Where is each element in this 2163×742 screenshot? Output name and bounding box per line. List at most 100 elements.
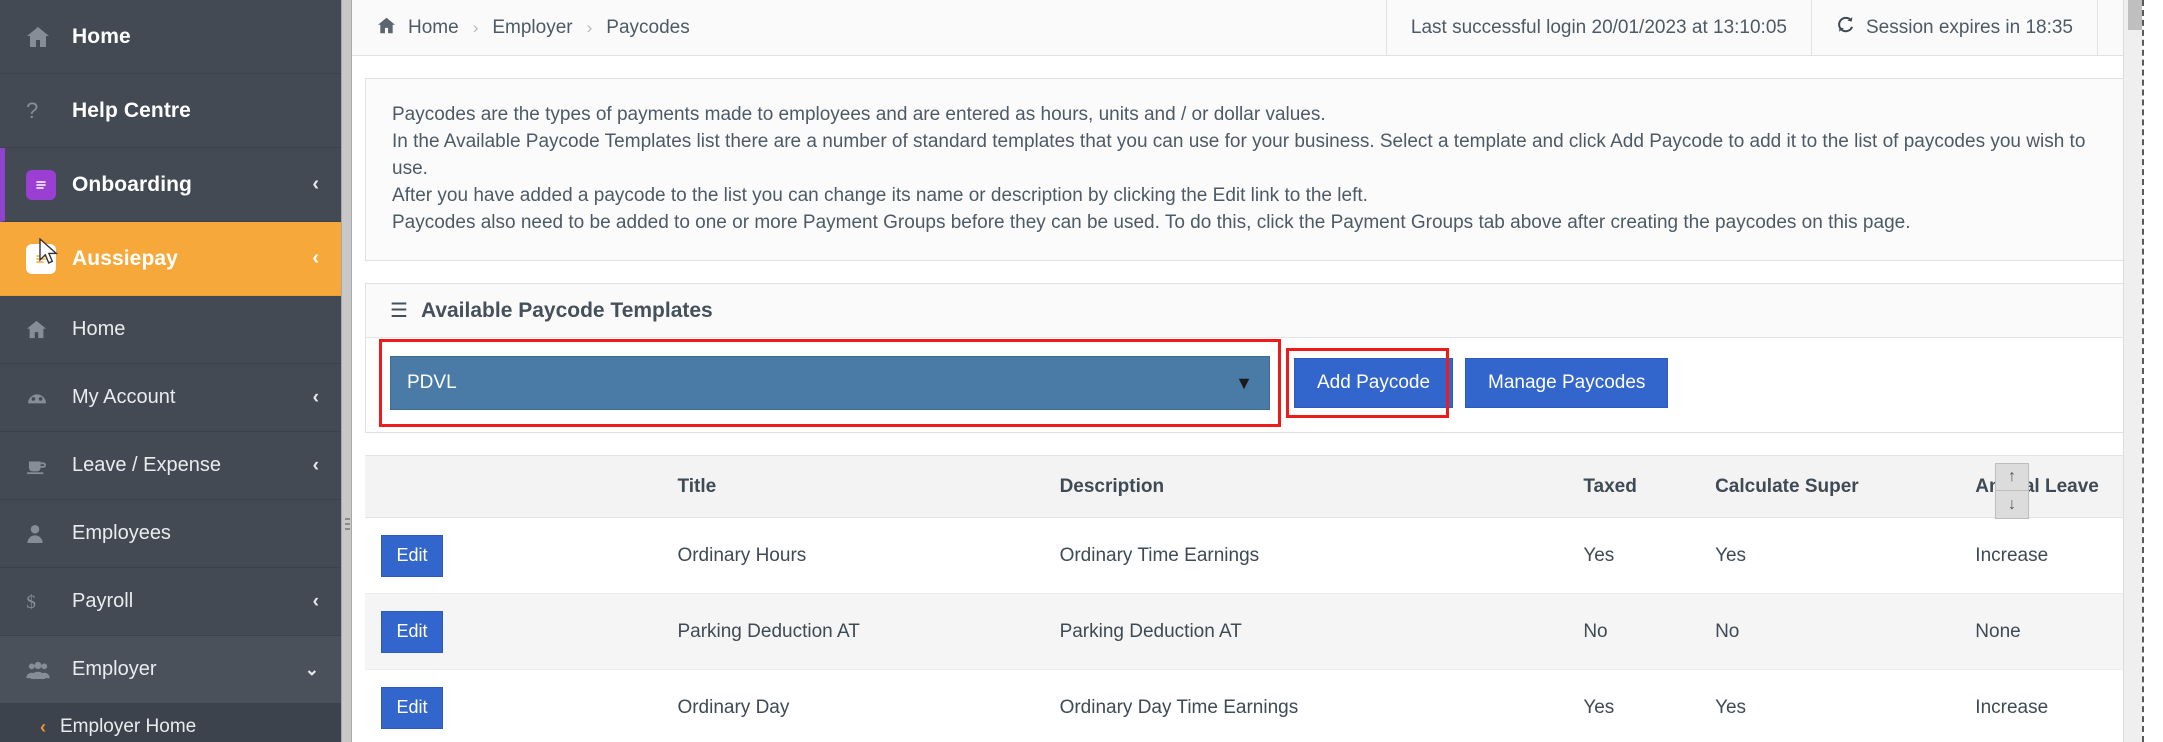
info-line: Paycodes also need to be added to one or… bbox=[392, 212, 1911, 233]
cell-calculate-super: No bbox=[1699, 593, 1960, 670]
main-content: Home › Employer › Paycodes Last successf… bbox=[341, 0, 2163, 742]
edit-button[interactable]: Edit bbox=[381, 686, 443, 729]
cell-description: Ordinary Day Time Earnings bbox=[1043, 669, 1568, 742]
edit-button[interactable]: Edit bbox=[381, 534, 443, 577]
sidebar-item-label: Employer bbox=[72, 658, 157, 680]
app-root: Home ? Help Centre Onboarding ‹ Aussiepa… bbox=[0, 0, 2163, 742]
manage-paycodes-button[interactable]: Manage Paycodes bbox=[1465, 358, 1669, 408]
chevron-left-icon[interactable]: ‹ bbox=[312, 247, 319, 270]
home-icon bbox=[26, 26, 72, 48]
cell-taxed: Yes bbox=[1567, 517, 1700, 594]
cell-title: Ordinary Hours bbox=[661, 517, 1044, 594]
edit-button[interactable]: Edit bbox=[381, 610, 443, 653]
caret-left-icon: ‹ bbox=[40, 716, 46, 737]
scroll-up-button[interactable]: ↑ bbox=[1995, 463, 2029, 491]
paycode-template-select-value: PDVL bbox=[407, 372, 457, 393]
table-row: Edit Ordinary Day Ordinary Day Time Earn… bbox=[365, 669, 2163, 742]
sidebar-item-onboarding[interactable]: Onboarding ‹ bbox=[0, 148, 341, 222]
info-line: Paycodes are the types of payments made … bbox=[392, 104, 1326, 125]
card-header: ☰ Available Paycode Templates bbox=[366, 284, 2138, 338]
chevron-left-icon[interactable]: ‹ bbox=[313, 591, 319, 613]
sidebar-item-payroll[interactable]: $ Payroll ‹ bbox=[0, 568, 341, 636]
breadcrumb-separator: › bbox=[472, 17, 479, 37]
sidebar-item-aussiepay[interactable]: Aussiepay ‹ bbox=[0, 222, 341, 296]
sidebar-item-employer-home[interactable]: ‹ Employer Home bbox=[0, 704, 341, 742]
cell-calculate-super: Yes bbox=[1699, 517, 1960, 594]
column-header-taxed[interactable]: Taxed bbox=[1567, 455, 1700, 518]
paycodes-table: Title Description Taxed Calculate Super … bbox=[365, 455, 2163, 742]
sidebar-item-label: Home bbox=[72, 318, 126, 340]
column-header-description[interactable]: Description bbox=[1043, 455, 1568, 518]
chevron-down-icon[interactable]: ▼ bbox=[1235, 373, 1253, 394]
sidebar-item-label: Leave / Expense bbox=[72, 454, 221, 476]
page-content: Paycodes are the types of payments made … bbox=[341, 78, 2163, 742]
page-edge-marker bbox=[2142, 0, 2163, 742]
sidebar-item-employees[interactable]: Employees bbox=[0, 500, 341, 568]
last-login-text: Last successful login 20/01/2023 at 13:1… bbox=[1410, 16, 1787, 38]
column-header-blank bbox=[516, 455, 662, 518]
chevron-left-icon[interactable]: ‹ bbox=[313, 387, 319, 409]
sidebar-item-home[interactable]: Home bbox=[0, 0, 341, 74]
breadcrumb-item-paycodes: Paycodes bbox=[606, 16, 690, 38]
user-icon bbox=[26, 524, 72, 543]
table-row: Edit Parking Deduction AT Parking Deduct… bbox=[365, 593, 2163, 670]
column-header-calculate-super[interactable]: Calculate Super bbox=[1699, 455, 1960, 518]
session-text: Session expires in 18:35 bbox=[1865, 16, 2073, 38]
paycodes-table-wrap: Title Description Taxed Calculate Super … bbox=[365, 455, 2163, 742]
paycode-template-select-wrap: PDVL ▼ bbox=[379, 339, 1281, 427]
table-header-row: Title Description Taxed Calculate Super … bbox=[365, 455, 2163, 518]
hamburger-icon: ☰ bbox=[390, 300, 408, 322]
chevron-left-icon[interactable]: ‹ bbox=[313, 455, 319, 477]
sidebar-item-label: My Account bbox=[72, 386, 176, 408]
cell-edit: Edit bbox=[365, 517, 517, 594]
column-header-title[interactable]: Title bbox=[661, 455, 1044, 518]
splitter-grip-icon bbox=[345, 518, 350, 538]
cell-title: Parking Deduction AT bbox=[661, 593, 1044, 670]
available-paycode-templates-card: ☰ Available Paycode Templates PDVL ▼ Add… bbox=[365, 283, 2139, 433]
card-body: PDVL ▼ Add Paycode Manage Paycodes bbox=[366, 338, 2138, 432]
chevron-down-icon[interactable]: ⌄ bbox=[305, 660, 319, 680]
sidebar-item-label: Employees bbox=[72, 522, 171, 544]
sidebar-item-label: Home bbox=[72, 24, 131, 48]
sidebar-item-label: Employer Home bbox=[60, 716, 197, 737]
chevron-left-icon[interactable]: ‹ bbox=[312, 173, 319, 196]
cell-blank bbox=[516, 593, 662, 670]
home-icon bbox=[377, 17, 396, 39]
sidebar-item-label: Aussiepay bbox=[72, 246, 178, 270]
sidebar-item-label: Payroll bbox=[72, 590, 134, 612]
column-header-edit bbox=[365, 455, 517, 518]
cell-taxed: Yes bbox=[1567, 669, 1700, 742]
cell-blank bbox=[516, 669, 662, 742]
table-row: Edit Ordinary Hours Ordinary Time Earnin… bbox=[365, 517, 2163, 594]
add-paycode-button[interactable]: Add Paycode bbox=[1294, 358, 1454, 408]
sidebar-item-leave-expense[interactable]: Leave / Expense ‹ bbox=[0, 432, 341, 500]
cell-description: Parking Deduction AT bbox=[1043, 593, 1568, 670]
breadcrumb-separator: › bbox=[586, 17, 593, 37]
sidebar-item-employer[interactable]: Employer ⌄ bbox=[0, 636, 341, 704]
scroll-down-button[interactable]: ↓ bbox=[1995, 491, 2029, 519]
users-group-icon bbox=[26, 661, 72, 679]
svg-text:$: $ bbox=[26, 592, 36, 612]
sidebar-item-sub-home[interactable]: Home bbox=[0, 296, 341, 364]
breadcrumb-item-home[interactable]: Home bbox=[408, 17, 459, 39]
info-panel: Paycodes are the types of payments made … bbox=[365, 78, 2139, 261]
breadcrumb: Home › Employer › Paycodes bbox=[341, 0, 1386, 55]
document-tile-icon bbox=[26, 243, 72, 274]
cell-description: Ordinary Time Earnings bbox=[1043, 517, 1568, 594]
cell-calculate-super: Yes bbox=[1699, 669, 1960, 742]
card-title: Available Paycode Templates bbox=[420, 298, 713, 322]
sidebar-item-my-account[interactable]: My Account ‹ bbox=[0, 364, 341, 432]
breadcrumb-item-employer[interactable]: Employer bbox=[492, 17, 572, 39]
sidebar-item-help-centre[interactable]: ? Help Centre bbox=[0, 74, 341, 148]
sidebar-splitter[interactable] bbox=[341, 0, 352, 742]
question-icon: ? bbox=[26, 97, 39, 123]
dashboard-icon bbox=[26, 389, 72, 407]
table-scroll-stepper[interactable]: ↑ ↓ bbox=[1995, 463, 2029, 519]
session-timer[interactable]: Session expires in 18:35 bbox=[1810, 0, 2097, 55]
refresh-icon[interactable] bbox=[1836, 15, 1855, 40]
card-actions: Add Paycode Manage Paycodes bbox=[1286, 348, 1669, 418]
paycode-template-select[interactable]: PDVL ▼ bbox=[390, 356, 1270, 410]
coffee-cup-icon bbox=[26, 457, 72, 475]
last-login-info: Last successful login 20/01/2023 at 13:1… bbox=[1385, 0, 1811, 55]
cell-title: Ordinary Day bbox=[661, 669, 1044, 742]
